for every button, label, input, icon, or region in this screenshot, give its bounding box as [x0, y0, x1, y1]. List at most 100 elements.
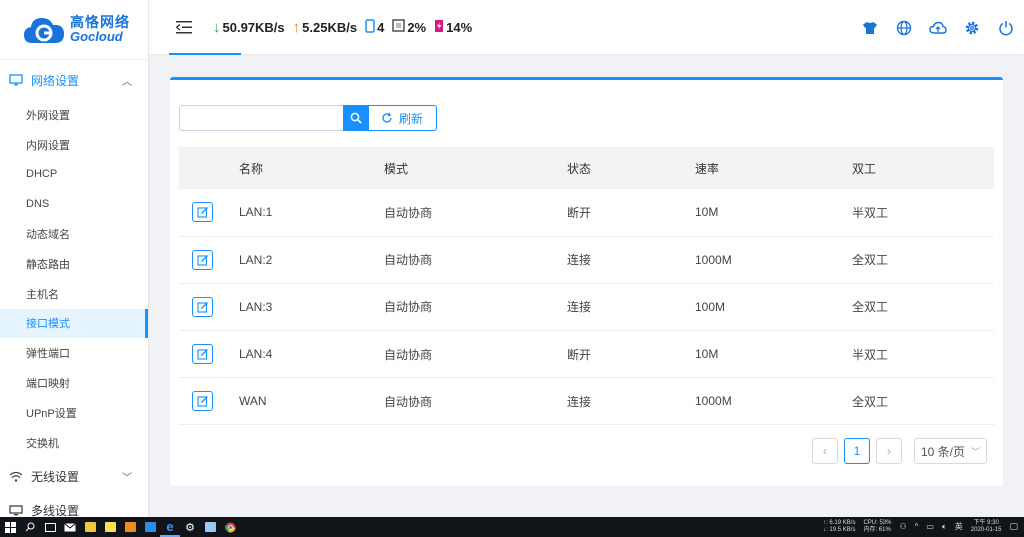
- tray-net-down: ↓: 19.5 KB/s: [823, 527, 856, 533]
- edit-cell: [179, 331, 239, 378]
- edge-browser-icon[interactable]: e: [160, 517, 180, 537]
- ime-indicator[interactable]: 英: [955, 522, 963, 532]
- cell-duplex: 半双工: [852, 347, 889, 362]
- sidebar-item[interactable]: 弹性端口: [0, 338, 148, 368]
- cell-state: 断开: [567, 205, 592, 220]
- memory-icon: [434, 19, 444, 36]
- app-blue-icon[interactable]: [140, 517, 160, 537]
- chevron-up-icon[interactable]: ^: [915, 522, 919, 532]
- sticky-notes-icon[interactable]: [100, 517, 120, 537]
- interface-table: 名称 模式 状态 速率 双工 LAN:1 自动协商 断开 10M 半双工 LAN:2 自动协…: [179, 147, 994, 425]
- tray-date[interactable]: 2020-01-15: [971, 527, 1002, 534]
- sidebar-item[interactable]: DNS: [0, 189, 148, 219]
- cell-duplex: 全双工: [852, 300, 889, 315]
- header-duplex: 双工: [852, 161, 877, 176]
- sidebar-item[interactable]: 内网设置: [0, 130, 148, 160]
- edit-cell: [179, 189, 239, 236]
- monitor-icon: [9, 73, 23, 87]
- refresh-button[interactable]: 刷新: [369, 105, 438, 131]
- cloud-upload-icon[interactable]: [928, 18, 948, 38]
- edit-icon: [196, 254, 208, 266]
- cell-state: 连接: [567, 394, 592, 409]
- remote-desktop-icon[interactable]: [200, 517, 220, 537]
- edit-icon: [196, 302, 208, 313]
- tray-cpu: CPU: 53%: [863, 520, 892, 527]
- app-orange-icon[interactable]: [120, 517, 140, 537]
- menu-group-network[interactable]: 网络设置 ︿: [0, 60, 148, 100]
- page-button-current[interactable]: 1: [844, 438, 870, 464]
- menu-fold-icon[interactable]: [169, 20, 199, 34]
- windows-taskbar: e ⚙ ↑: 6.19 KB/s ↓: 19.5 KB/s CPU: 53% 内…: [0, 517, 1024, 537]
- top-header: ↓ 50.97KB/s ↑ 5.25KB/s 4 2% 14%: [149, 0, 1024, 55]
- cell-rate: 1000M: [695, 394, 732, 409]
- header-rate: 速率: [695, 161, 720, 176]
- sidebar-item[interactable]: 交换机: [0, 428, 148, 458]
- cell-rate: 1000M: [695, 252, 732, 267]
- taskbar-search-icon[interactable]: [20, 517, 40, 537]
- menu-group-multiline[interactable]: 多线设置: [0, 496, 148, 517]
- volume-icon[interactable]: 🔈︎: [942, 522, 947, 532]
- sidebar-item[interactable]: 端口映射: [0, 368, 148, 398]
- next-page-button[interactable]: ›: [876, 438, 902, 464]
- sidebar-item[interactable]: 动态域名: [0, 219, 148, 249]
- gear-icon[interactable]: [962, 18, 982, 38]
- tray-mem: 内存: 61%: [863, 527, 891, 533]
- file-explorer-icon[interactable]: [80, 517, 100, 537]
- globe-icon[interactable]: [894, 18, 914, 38]
- edit-button[interactable]: [192, 249, 213, 270]
- sidebar-item[interactable]: UPnP设置: [0, 398, 148, 428]
- page-size-select[interactable]: 10 条/页 ﹀: [914, 438, 987, 464]
- settings-app-icon[interactable]: ⚙: [180, 517, 200, 537]
- cell-rate: 10M: [695, 205, 719, 220]
- edit-button[interactable]: [192, 344, 213, 365]
- device-icon: [365, 18, 375, 36]
- search-button[interactable]: [343, 105, 369, 131]
- cell-name: LAN:4: [239, 347, 273, 362]
- edit-cell: [179, 283, 239, 330]
- mail-icon[interactable]: [60, 517, 80, 537]
- sidebar-item[interactable]: 静态路由: [0, 249, 148, 279]
- edit-button[interactable]: [192, 296, 213, 317]
- notification-icon[interactable]: ▢: [1009, 521, 1018, 532]
- sidebar-item[interactable]: DHCP: [0, 160, 148, 190]
- edit-cell: [179, 236, 239, 283]
- windows-start-icon[interactable]: [0, 517, 20, 537]
- task-view-icon[interactable]: [40, 517, 60, 537]
- header-mode: 模式: [384, 161, 409, 176]
- sidebar-item[interactable]: 外网设置: [0, 100, 148, 130]
- chevron-down-icon: ﹀: [122, 473, 132, 485]
- header-state: 状态: [567, 161, 592, 176]
- sidebar-item[interactable]: 接口模式: [0, 308, 148, 339]
- cell-mode: 自动协商: [384, 253, 433, 268]
- edit-button[interactable]: [192, 391, 213, 412]
- power-icon[interactable]: [996, 18, 1016, 38]
- upload-arrow-icon: ↑: [292, 18, 301, 36]
- cell-mode: 自动协商: [384, 347, 433, 362]
- menu-group-multiline-label: 多线设置: [31, 504, 80, 517]
- network-icon[interactable]: ▭: [926, 522, 934, 532]
- cell-name: LAN:2: [239, 252, 273, 267]
- people-icon[interactable]: ⚇: [899, 522, 906, 532]
- edit-button[interactable]: [192, 202, 213, 223]
- cell-mode: 自动协商: [384, 300, 433, 315]
- cell-duplex: 半双工: [852, 205, 889, 220]
- cloud-logo-icon: [22, 13, 66, 47]
- tray-time[interactable]: 下午 9:30: [973, 520, 998, 527]
- prev-page-button[interactable]: ‹: [812, 438, 838, 464]
- cell-name: LAN:3: [239, 299, 273, 314]
- chevron-down-icon: ﹀: [971, 446, 981, 457]
- sidebar-item[interactable]: 主机名: [0, 279, 148, 309]
- tray-net-up: ↑: 6.19 KB/s: [823, 520, 856, 527]
- search-icon: [350, 112, 362, 124]
- brand-name-en: Gocloud: [70, 29, 123, 45]
- cell-name: LAN:1: [239, 205, 273, 220]
- logo[interactable]: 高恪网络 Gocloud: [0, 0, 148, 60]
- pagination: ‹ 1 › 10 条/页 ﹀: [812, 438, 987, 464]
- search-input[interactable]: [179, 105, 343, 131]
- menu-group-wireless[interactable]: 无线设置 ﹀: [0, 458, 148, 496]
- cell-duplex: 全双工: [852, 253, 889, 268]
- chrome-browser-icon[interactable]: [220, 517, 240, 537]
- edit-icon: [196, 349, 208, 360]
- skin-tshirt-icon[interactable]: [860, 18, 880, 38]
- table-row: WAN 自动协商 连接 1000M 全双工: [179, 378, 994, 425]
